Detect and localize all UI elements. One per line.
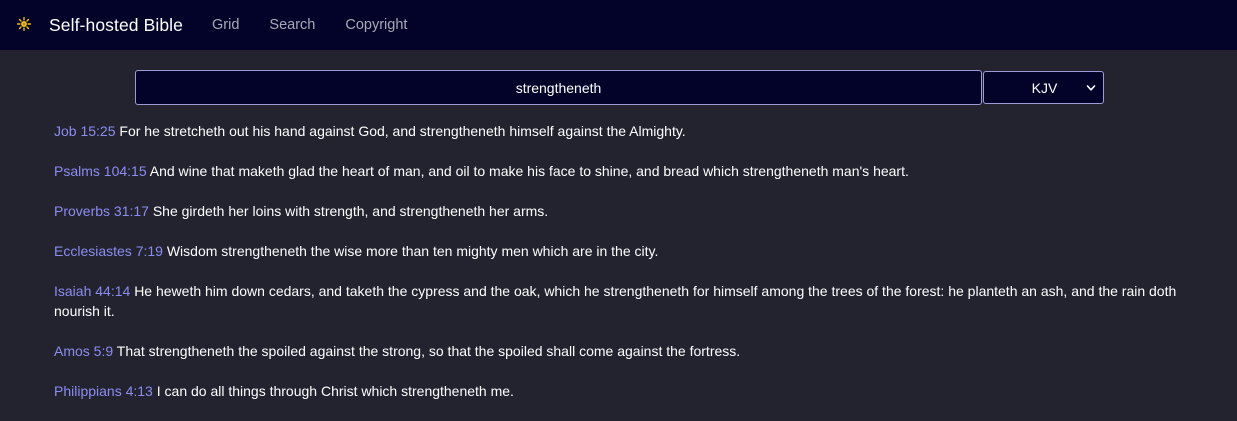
verse-reference-link[interactable]: Amos 5:9 [54,343,113,359]
result-item: Amos 5:9 That strengtheneth the spoiled … [54,341,1187,361]
verse-reference-link[interactable]: Proverbs 31:17 [54,203,149,219]
version-select[interactable]: KJV [983,71,1104,104]
brand-link[interactable]: Self-hosted Bible [17,15,183,36]
search-results: Job 15:25 For he stretcheth out his hand… [54,121,1187,421]
verse-text: She girdeth her loins with strength, and… [152,203,549,219]
result-item: Isaiah 44:14 He heweth him down cedars, … [54,281,1187,321]
verse-text: Wisdom strengtheneth the wise more than … [166,243,659,259]
verse-reference-link[interactable]: Psalms 104:15 [54,163,147,179]
verse-text: He heweth him down cedars, and taketh th… [54,283,1177,319]
sun-icon [17,17,31,31]
verse-text: I can do all things through Christ which… [156,383,514,399]
result-item: Philippians 4:13 I can do all things thr… [54,381,1187,401]
top-navbar: Self-hosted Bible Grid Search Copyright [0,0,1237,50]
result-item: Psalms 104:15 And wine that maketh glad … [54,161,1187,181]
chevron-down-icon [1086,85,1096,91]
verse-reference-link[interactable]: Ecclesiastes 7:19 [54,243,163,259]
version-selected-value: KJV [1031,79,1058,96]
search-bar: KJV [135,70,1104,105]
verse-text: For he stretcheth out his hand against G… [119,123,686,139]
verse-text: That strengtheneth the spoiled against t… [116,343,741,359]
verse-text: And wine that maketh glad the heart of m… [149,163,909,179]
verse-reference-link[interactable]: Philippians 4:13 [54,383,153,399]
verse-reference-link[interactable]: Job 15:25 [54,123,116,139]
nav-links: Grid Search Copyright [197,17,422,33]
nav-link-grid[interactable]: Grid [197,17,254,33]
result-item: Proverbs 31:17 She girdeth her loins wit… [54,201,1187,221]
nav-link-search[interactable]: Search [254,17,330,33]
result-item: Job 15:25 For he stretcheth out his hand… [54,121,1187,141]
verse-reference-link[interactable]: Isaiah 44:14 [54,283,130,299]
result-item: Ecclesiastes 7:19 Wisdom strengtheneth t… [54,241,1187,261]
search-input[interactable] [135,70,982,105]
nav-link-copyright[interactable]: Copyright [330,17,422,33]
brand-title: Self-hosted Bible [49,14,184,35]
